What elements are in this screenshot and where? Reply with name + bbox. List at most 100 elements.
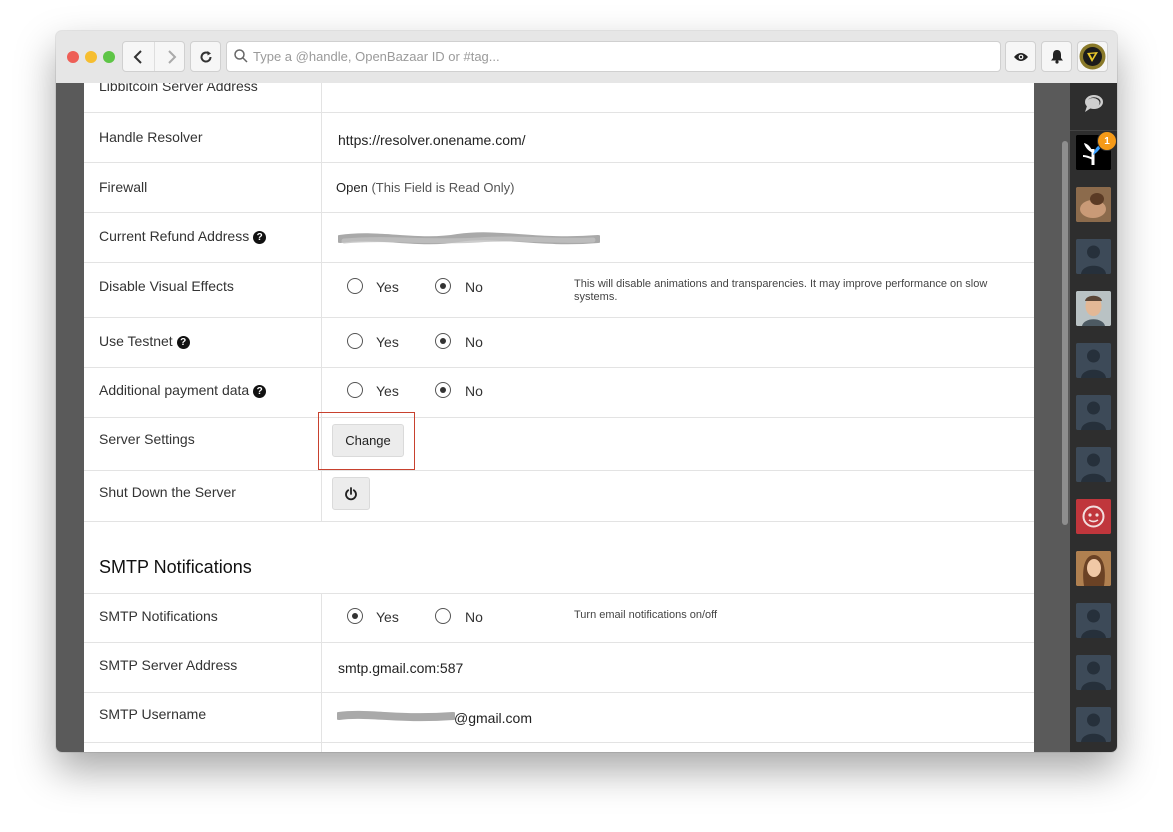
visual-effects-hint: This will disable animations and transpa… bbox=[574, 278, 988, 303]
user-silhouette-icon bbox=[1076, 655, 1111, 690]
visibility-button[interactable] bbox=[1005, 41, 1036, 72]
shutdown-button[interactable] bbox=[332, 477, 370, 510]
back-button[interactable] bbox=[123, 42, 154, 71]
minimize-window-button[interactable] bbox=[85, 51, 97, 63]
contacts-sidebar: 1 bbox=[1070, 83, 1117, 752]
handle-resolver-field[interactable]: https://resolver.onename.com/ bbox=[338, 132, 526, 148]
smtp-notifications-label: SMTP Notifications bbox=[99, 608, 218, 624]
browser-window: Libbitcoin Server Address Handle Resolve… bbox=[56, 31, 1117, 752]
contact-avatar[interactable] bbox=[1076, 343, 1111, 378]
contact-avatar[interactable] bbox=[1076, 187, 1111, 222]
close-window-button[interactable] bbox=[67, 51, 79, 63]
smtp-yes-radio[interactable] bbox=[347, 608, 363, 624]
toolbar bbox=[56, 31, 1117, 84]
notifications-button[interactable] bbox=[1041, 41, 1072, 72]
main-content: Libbitcoin Server Address Handle Resolve… bbox=[56, 83, 1070, 752]
server-settings-label: Server Settings bbox=[99, 431, 195, 447]
next-row bbox=[84, 743, 1034, 752]
mascot-avatar-icon bbox=[1076, 499, 1111, 534]
payment-data-label: Additional payment data? bbox=[99, 382, 267, 398]
power-icon bbox=[345, 486, 357, 500]
chevron-left-icon bbox=[133, 49, 142, 64]
redacted-username bbox=[337, 710, 455, 722]
libbitcoin-row: Libbitcoin Server Address bbox=[84, 83, 1034, 113]
contact-avatar[interactable] bbox=[1076, 707, 1111, 742]
smtp-yes-label: Yes bbox=[376, 609, 399, 625]
contact-avatar[interactable] bbox=[1076, 655, 1111, 690]
search-input[interactable] bbox=[253, 46, 993, 67]
payment-data-yes-label: Yes bbox=[376, 383, 399, 399]
smtp-server-row: SMTP Server Address smtp.gmail.com:587 bbox=[84, 643, 1034, 693]
testnet-label-text: Use Testnet bbox=[99, 333, 173, 349]
photo-avatar-icon bbox=[1076, 187, 1111, 222]
user-silhouette-icon bbox=[1076, 603, 1111, 638]
testnet-yes-radio[interactable] bbox=[347, 333, 363, 349]
nav-button-group bbox=[122, 41, 185, 72]
server-settings-row: Server Settings Change bbox=[84, 418, 1034, 471]
reload-button[interactable] bbox=[190, 41, 221, 72]
user-silhouette-icon bbox=[1076, 447, 1111, 482]
settings-panel: Libbitcoin Server Address Handle Resolve… bbox=[84, 83, 1034, 752]
testnet-row: Use Testnet? Yes No bbox=[84, 318, 1034, 368]
user-avatar-button[interactable] bbox=[1077, 41, 1108, 72]
contact-avatar[interactable] bbox=[1076, 239, 1111, 274]
smtp-username-row: SMTP Username @gmail.com bbox=[84, 693, 1034, 743]
highlight-box bbox=[318, 412, 415, 470]
scrollbar[interactable] bbox=[1062, 141, 1068, 525]
visual-effects-row: Disable Visual Effects Yes No This will … bbox=[84, 263, 1034, 318]
visual-effects-no-label: No bbox=[465, 279, 483, 295]
payment-data-yes-radio[interactable] bbox=[347, 382, 363, 398]
forward-button[interactable] bbox=[154, 42, 186, 71]
handle-resolver-row: Handle Resolver https://resolver.onename… bbox=[84, 113, 1034, 163]
reload-icon bbox=[200, 50, 212, 63]
refund-address-label-text: Current Refund Address bbox=[99, 228, 250, 244]
contact-avatar[interactable] bbox=[1076, 447, 1111, 482]
payment-data-no-radio[interactable] bbox=[435, 382, 451, 398]
contact-avatar[interactable] bbox=[1076, 551, 1111, 586]
smtp-section-title: SMTP Notifications bbox=[99, 557, 252, 577]
user-silhouette-icon bbox=[1076, 395, 1111, 430]
user-silhouette-icon bbox=[1076, 343, 1111, 378]
redacted-address bbox=[338, 232, 600, 245]
firewall-label: Firewall bbox=[99, 179, 148, 195]
smtp-server-field[interactable]: smtp.gmail.com:587 bbox=[338, 660, 463, 676]
help-icon[interactable]: ? bbox=[253, 385, 267, 398]
visual-effects-no-radio[interactable] bbox=[435, 278, 451, 294]
shutdown-row: Shut Down the Server bbox=[84, 471, 1034, 522]
smtp-no-radio[interactable] bbox=[435, 608, 451, 624]
contact-avatar[interactable] bbox=[1076, 291, 1111, 326]
help-icon[interactable]: ? bbox=[176, 336, 190, 349]
contact-avatar[interactable] bbox=[1076, 603, 1111, 638]
chevron-right-icon bbox=[167, 49, 176, 64]
zoom-window-button[interactable] bbox=[103, 51, 115, 63]
bell-icon bbox=[1050, 50, 1063, 64]
visual-effects-label: Disable Visual Effects bbox=[99, 278, 234, 294]
visual-effects-yes-radio[interactable] bbox=[347, 278, 363, 294]
smtp-username-field[interactable]: @gmail.com bbox=[454, 710, 532, 726]
smtp-notifications-row: SMTP Notifications Yes No Turn email not… bbox=[84, 593, 1034, 643]
refund-address-row: Current Refund Address? bbox=[84, 213, 1034, 263]
search-icon bbox=[234, 49, 248, 63]
read-only-note: (This Field is Read Only) bbox=[371, 180, 515, 195]
eye-icon bbox=[1013, 52, 1028, 61]
user-silhouette-icon bbox=[1076, 707, 1111, 742]
chat-icon[interactable] bbox=[1082, 93, 1104, 113]
testnet-no-label: No bbox=[465, 334, 483, 350]
payment-data-label-text: Additional payment data bbox=[99, 382, 250, 398]
contact-avatar[interactable] bbox=[1076, 499, 1111, 534]
smtp-no-label: No bbox=[465, 609, 483, 625]
contact-avatar[interactable] bbox=[1076, 395, 1111, 430]
visual-effects-yes-label: Yes bbox=[376, 279, 399, 295]
handle-resolver-label: Handle Resolver bbox=[99, 129, 203, 145]
firewall-status: Open bbox=[336, 180, 368, 195]
shutdown-label: Shut Down the Server bbox=[99, 484, 236, 500]
refund-address-label: Current Refund Address? bbox=[99, 228, 267, 244]
avatar bbox=[1079, 43, 1106, 70]
testnet-label: Use Testnet? bbox=[99, 333, 190, 349]
firewall-row: Firewall Open (This Field is Read Only) bbox=[84, 163, 1034, 213]
help-icon[interactable]: ? bbox=[253, 231, 267, 244]
photo-avatar-icon bbox=[1076, 551, 1111, 586]
user-silhouette-icon bbox=[1076, 239, 1111, 274]
testnet-no-radio[interactable] bbox=[435, 333, 451, 349]
smtp-notifications-hint: Turn email notifications on/off bbox=[574, 609, 718, 621]
